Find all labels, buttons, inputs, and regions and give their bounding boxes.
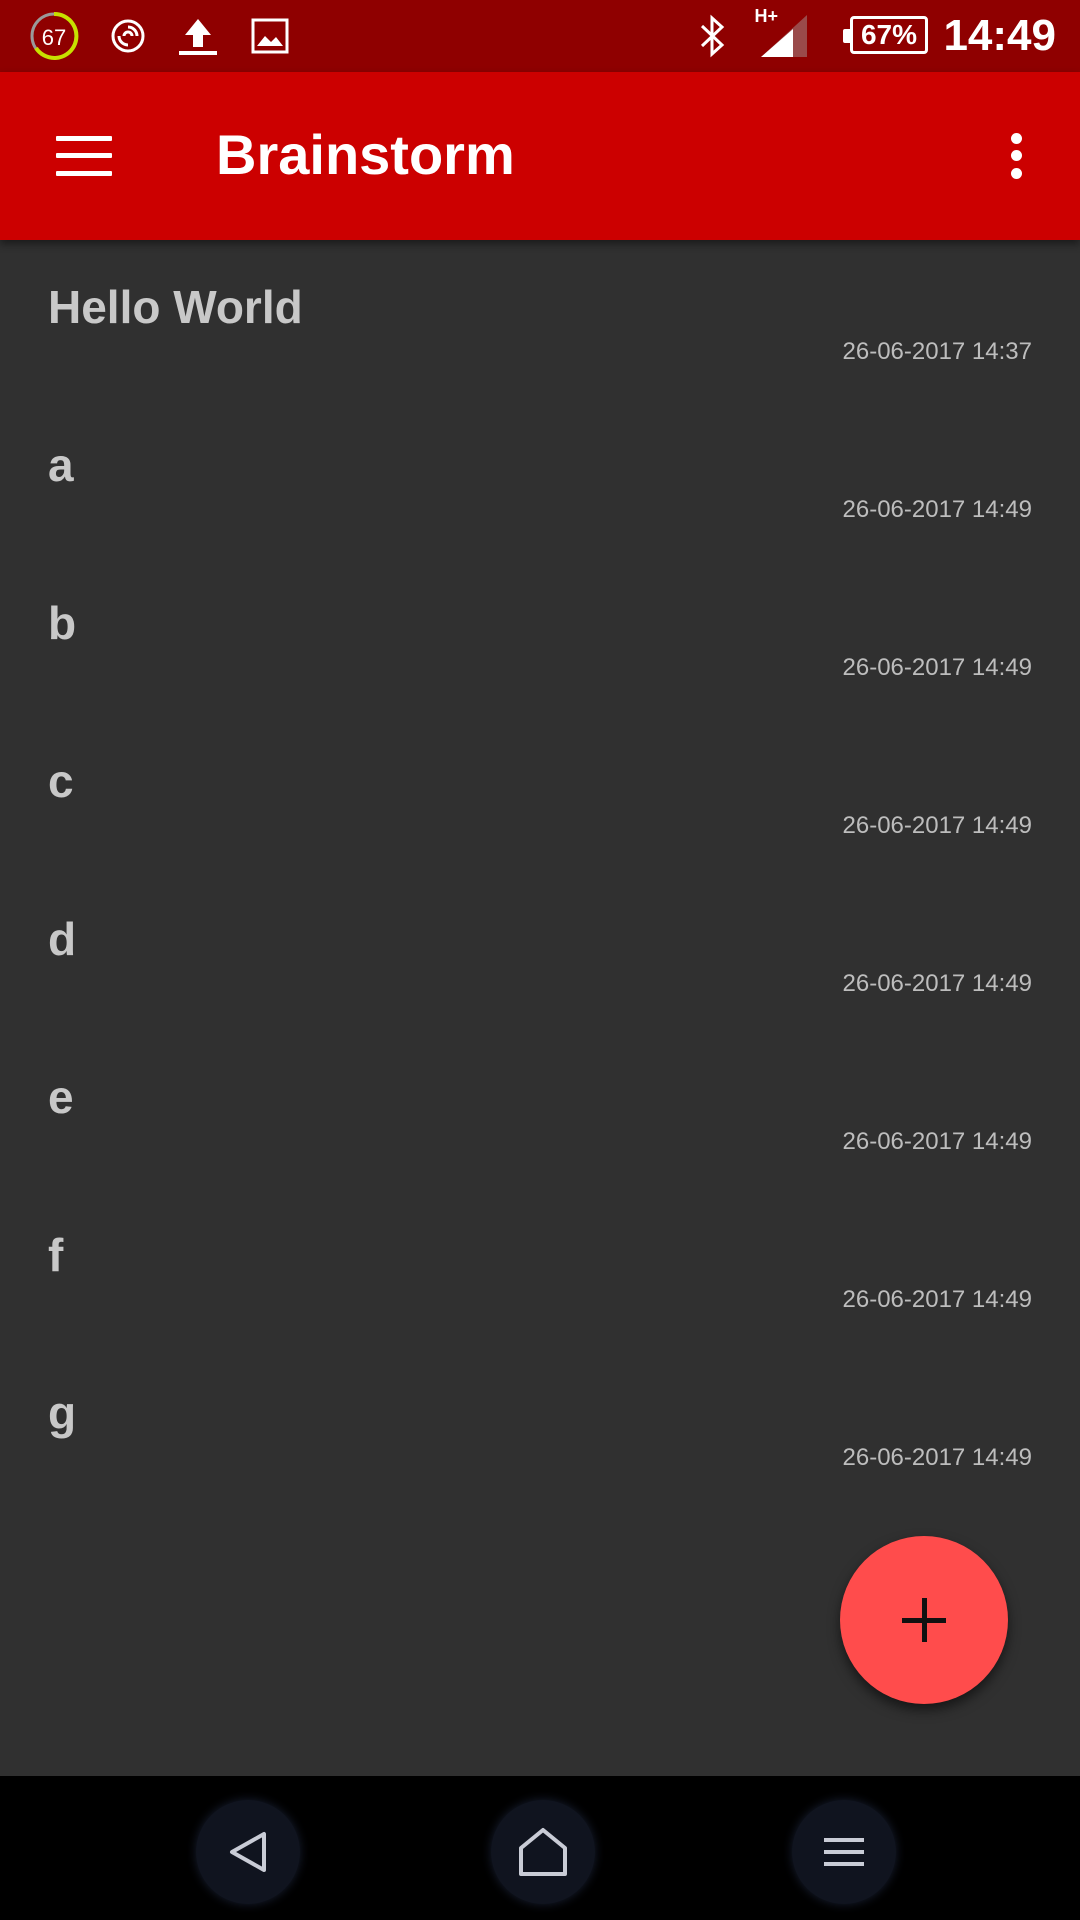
note-title: e (48, 1071, 74, 1123)
back-button[interactable] (196, 1800, 300, 1904)
overflow-menu-button[interactable] (984, 116, 1048, 196)
list-item[interactable]: e 26-06-2017 14:49 (0, 1030, 1080, 1188)
note-title: d (48, 913, 77, 965)
signal-icon (756, 0, 812, 72)
add-icon (902, 1598, 946, 1642)
recent-apps-icon (824, 1838, 864, 1866)
list-item[interactable]: g 26-06-2017 14:49 (0, 1346, 1080, 1504)
note-title: c (48, 755, 74, 807)
back-icon (230, 1832, 266, 1872)
note-date: 26-06-2017 14:49 (842, 654, 1033, 681)
note-date: 26-06-2017 14:49 (842, 812, 1033, 839)
note-date: 26-06-2017 14:49 (842, 970, 1033, 997)
counter-badge-text: 67 (41, 25, 67, 50)
note-date: 26-06-2017 14:49 (842, 1444, 1033, 1471)
image-icon (248, 0, 292, 72)
hamburger-menu-icon (56, 136, 112, 176)
note-title: f (48, 1229, 64, 1281)
list-item[interactable]: a 26-06-2017 14:49 (0, 398, 1080, 556)
list-item[interactable]: d 26-06-2017 14:49 (0, 872, 1080, 1030)
page-title: Brainstorm (216, 123, 515, 186)
navigation-menu-button[interactable] (40, 116, 128, 196)
upload-icon (172, 0, 224, 72)
home-button[interactable] (491, 1800, 595, 1904)
note-title: Hello World (48, 281, 303, 333)
note-title: b (48, 597, 77, 649)
note-date: 26-06-2017 14:37 (842, 338, 1033, 365)
list-item[interactable]: f 26-06-2017 14:49 (0, 1188, 1080, 1346)
notes-list: Hello World 26-06-2017 14:37 a 26-06-201… (0, 240, 1080, 1504)
status-time: 14:49 (943, 11, 1056, 60)
overflow-menu-icon (1011, 133, 1022, 179)
list-item[interactable]: c 26-06-2017 14:49 (0, 714, 1080, 872)
system-nav-bar (0, 1776, 1080, 1920)
list-item[interactable]: Hello World 26-06-2017 14:37 (0, 240, 1080, 398)
note-title: g (48, 1387, 77, 1439)
spiral-app-icon (100, 0, 156, 72)
note-title: a (48, 439, 74, 491)
note-date: 26-06-2017 14:49 (842, 1286, 1033, 1313)
status-bar: 67 H+ 67% 14:49 (0, 0, 1080, 72)
battery-indicator: 67% (843, 16, 928, 54)
note-date: 26-06-2017 14:49 (842, 1128, 1033, 1155)
add-note-button[interactable] (840, 1536, 1008, 1704)
app-bar: Brainstorm (0, 72, 1080, 240)
list-item[interactable]: b 26-06-2017 14:49 (0, 556, 1080, 714)
home-icon (519, 1828, 567, 1876)
recent-apps-button[interactable] (792, 1800, 896, 1904)
bluetooth-icon (690, 0, 734, 72)
note-date: 26-06-2017 14:49 (842, 496, 1033, 523)
